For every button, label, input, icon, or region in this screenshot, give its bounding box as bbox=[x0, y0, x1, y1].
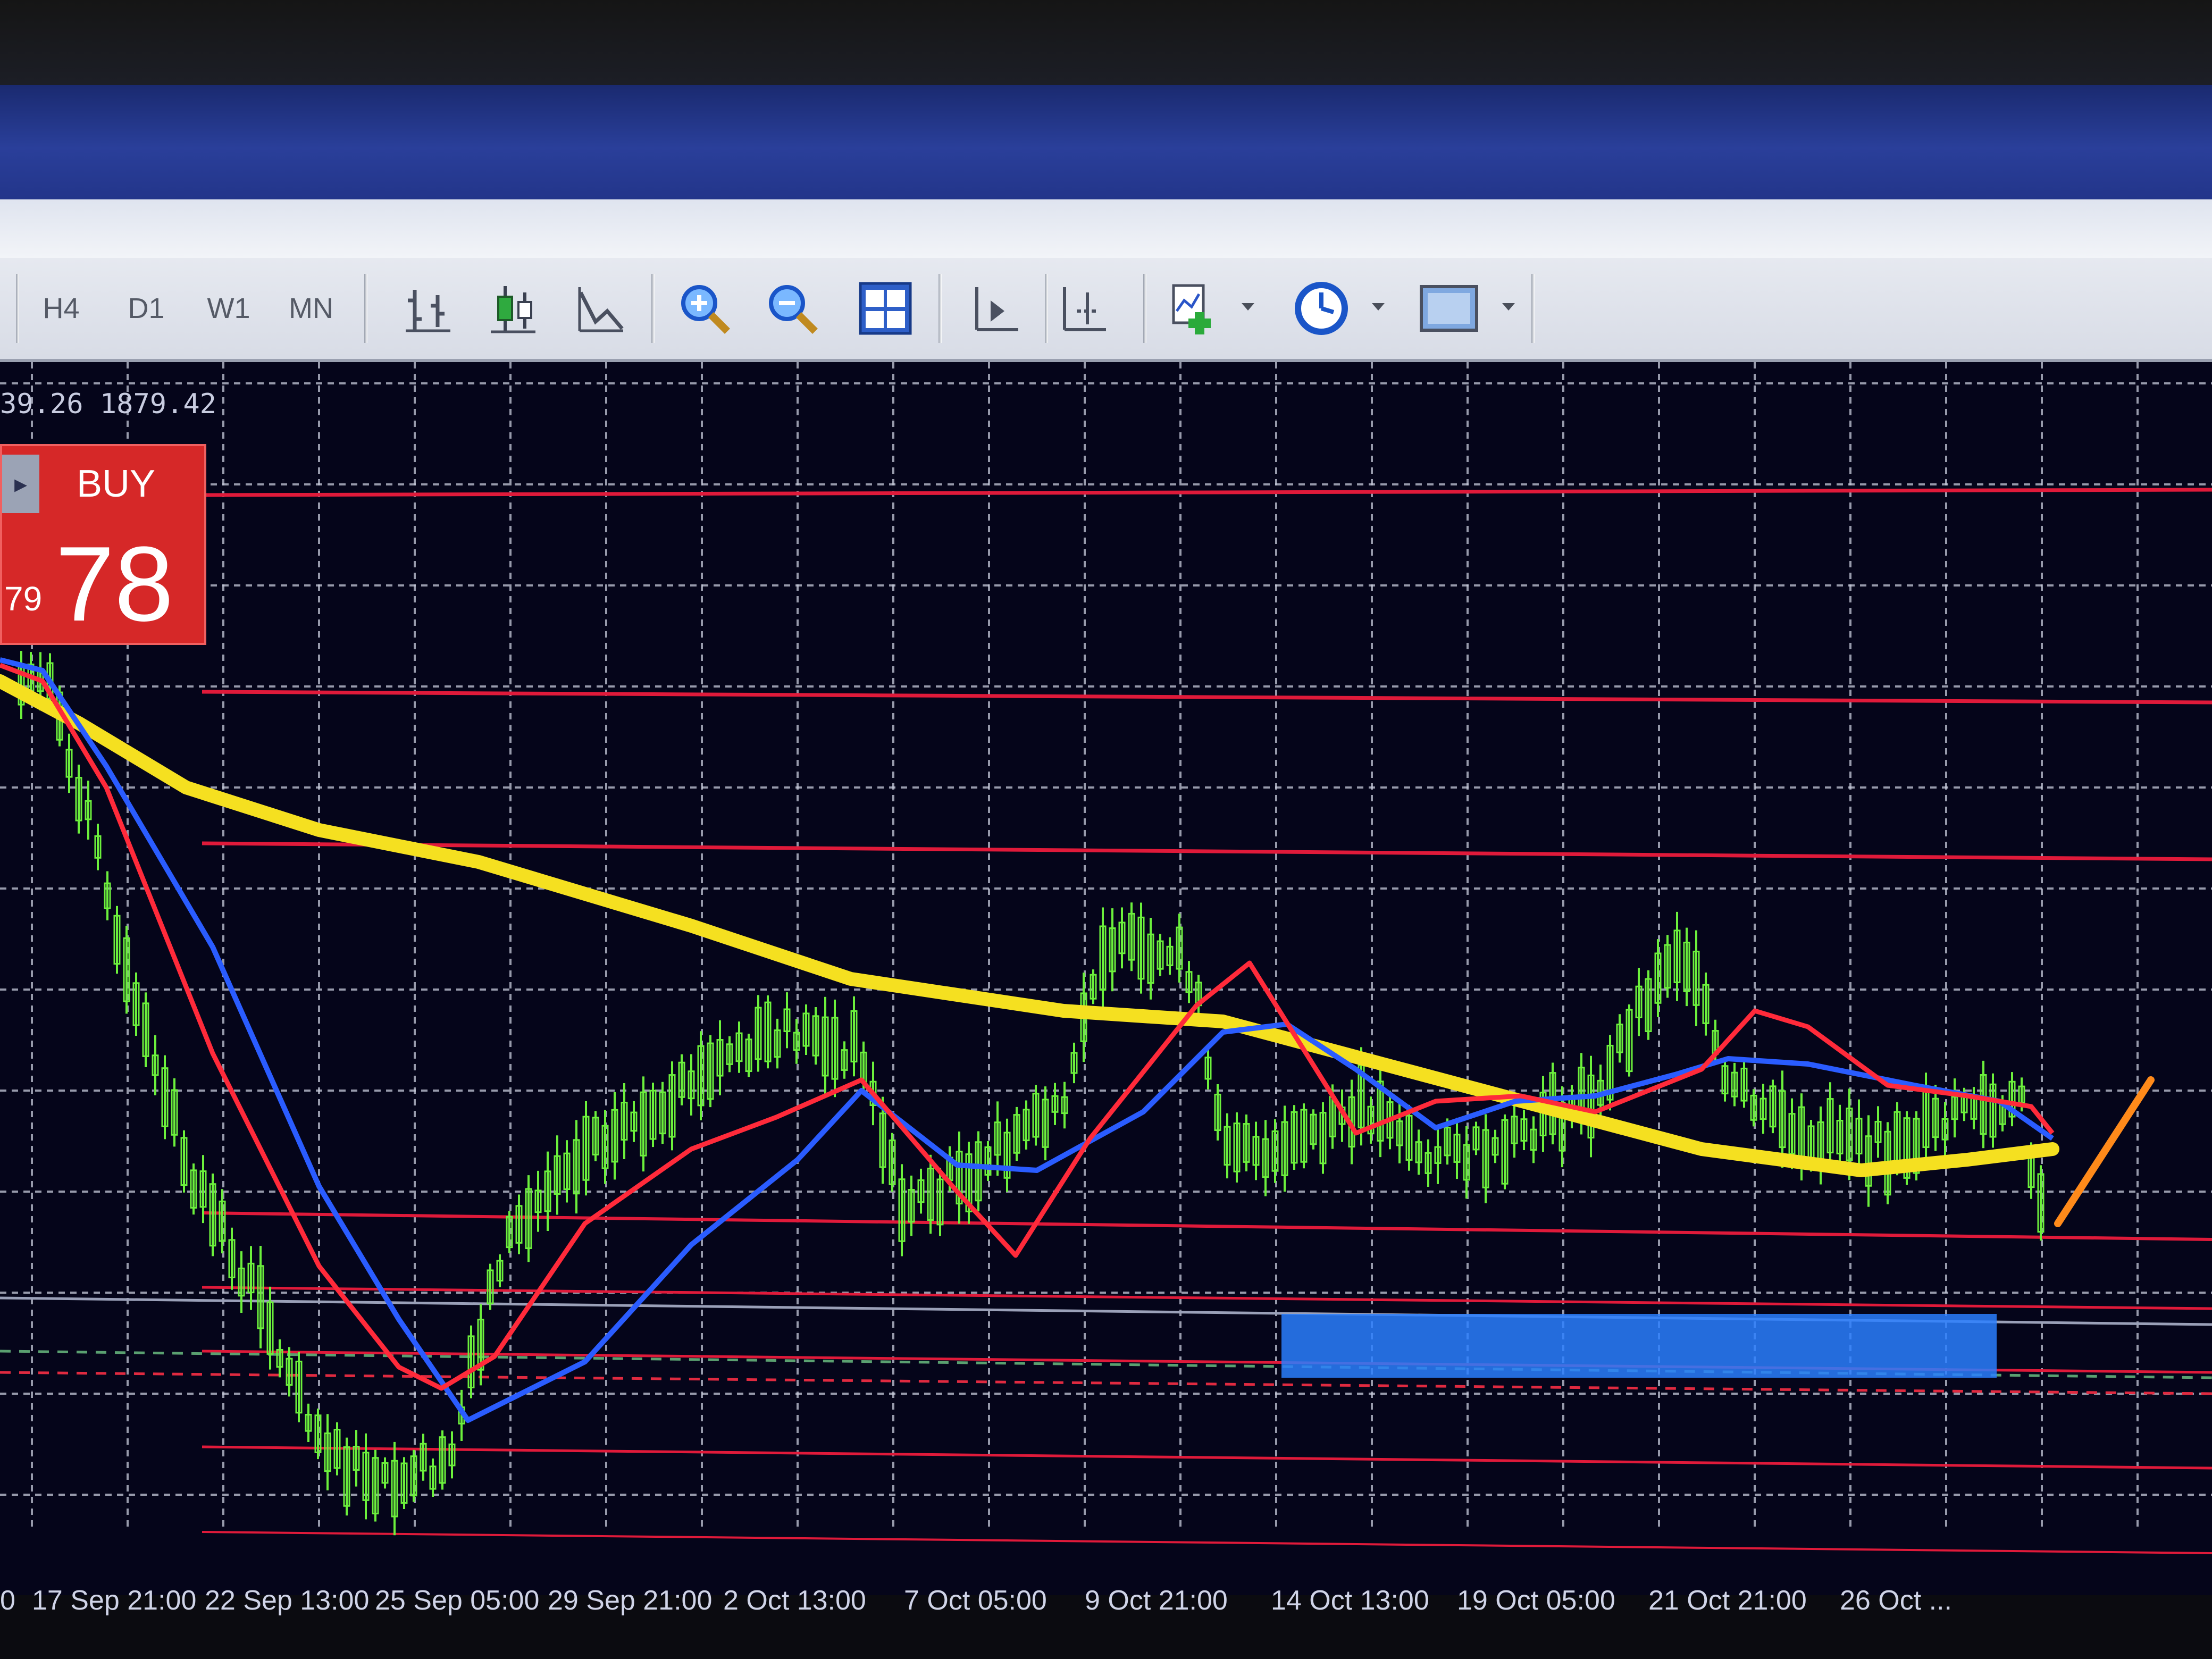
timeframe-w1-button[interactable]: W1 bbox=[189, 279, 269, 338]
window-titlebar bbox=[0, 85, 2212, 199]
support-zone-rectangle[interactable] bbox=[1281, 1314, 1997, 1378]
templates-icon[interactable] bbox=[1414, 274, 1484, 343]
toolbar-separator bbox=[1143, 274, 1146, 343]
price-level-line[interactable] bbox=[202, 1286, 2212, 1310]
moving-average-blue bbox=[0, 657, 2054, 1423]
periods-dropdown-caret[interactable] bbox=[1372, 303, 1385, 311]
toolbar-separator bbox=[364, 274, 367, 343]
time-axis-label: 29 Sep 21:00 bbox=[548, 1585, 713, 1616]
autoscroll-icon[interactable] bbox=[1050, 274, 1119, 343]
timeframe-mn-button[interactable]: MN bbox=[271, 279, 351, 338]
price-readout: 39.26 1879.42 bbox=[0, 388, 216, 420]
time-axis-label: 26 Oct ... bbox=[1840, 1585, 1952, 1616]
bar-chart-icon[interactable] bbox=[393, 274, 463, 343]
trade-arrow-icon[interactable]: ▸ bbox=[2, 455, 39, 513]
chart-canvas bbox=[0, 362, 2212, 1554]
price-chart[interactable] bbox=[0, 362, 2212, 1595]
time-axis-label: 9 Oct 21:00 bbox=[1085, 1585, 1228, 1616]
timeframe-d1-button[interactable]: D1 bbox=[106, 279, 186, 338]
price-level-line[interactable] bbox=[202, 1211, 2212, 1241]
price-level-line[interactable] bbox=[202, 841, 2212, 861]
tile-windows-icon[interactable] bbox=[851, 274, 920, 343]
price-level-line[interactable] bbox=[202, 690, 2212, 705]
toolbar-separator bbox=[651, 274, 655, 343]
time-axis-label: 25 Sep 05:00 bbox=[375, 1585, 540, 1616]
time-axis-label: 7 Oct 05:00 bbox=[904, 1585, 1047, 1616]
one-click-buy-panel[interactable]: ▸ BUY 79 78 bbox=[0, 444, 206, 645]
timeframe-h4-button[interactable]: H4 bbox=[21, 279, 101, 338]
toolbar-separator bbox=[1531, 274, 1535, 343]
toolbar-separator bbox=[1045, 274, 1048, 343]
candlestick-icon[interactable] bbox=[479, 274, 548, 343]
candlestick-series bbox=[18, 651, 2045, 1536]
chart-toolbar: H4 D1 W1 MN bbox=[0, 258, 2212, 362]
buy-price-prefix: 79 bbox=[4, 580, 43, 618]
time-axis-label: 17 Sep 21:00 bbox=[32, 1585, 197, 1616]
templates-dropdown-caret[interactable] bbox=[1502, 303, 1515, 311]
buy-button-label[interactable]: BUY bbox=[77, 462, 155, 506]
toolbar-separator bbox=[16, 274, 19, 343]
monitor-bezel bbox=[0, 0, 2212, 85]
chart-shift-icon[interactable] bbox=[962, 274, 1032, 343]
time-axis: 0 17 Sep 21:00 22 Sep 13:00 25 Sep 05:00… bbox=[0, 1574, 2212, 1659]
time-axis-label: 14 Oct 13:00 bbox=[1271, 1585, 1429, 1616]
menu-bar bbox=[0, 199, 2212, 258]
indicators-dropdown-caret[interactable] bbox=[1242, 303, 1254, 311]
indicators-icon[interactable] bbox=[1162, 274, 1231, 343]
price-level-line[interactable] bbox=[202, 1531, 2212, 1554]
price-level-line[interactable] bbox=[202, 1445, 2212, 1470]
zoom-out-icon[interactable] bbox=[758, 274, 827, 343]
time-axis-label: 19 Oct 05:00 bbox=[1457, 1585, 1615, 1616]
price-level-line[interactable] bbox=[202, 488, 2212, 497]
time-axis-label: 22 Sep 13:00 bbox=[205, 1585, 370, 1616]
zoom-in-icon[interactable] bbox=[670, 274, 739, 343]
buy-price-digits: 78 bbox=[55, 525, 174, 643]
time-axis-label: 21 Oct 21:00 bbox=[1648, 1585, 1807, 1616]
time-axis-label: 0 bbox=[0, 1585, 15, 1616]
toolbar-separator bbox=[939, 274, 942, 343]
moving-average-red bbox=[0, 663, 2055, 1391]
line-chart-icon[interactable] bbox=[566, 274, 635, 343]
time-axis-label: 2 Oct 13:00 bbox=[723, 1585, 866, 1616]
periods-icon[interactable] bbox=[1287, 274, 1356, 343]
